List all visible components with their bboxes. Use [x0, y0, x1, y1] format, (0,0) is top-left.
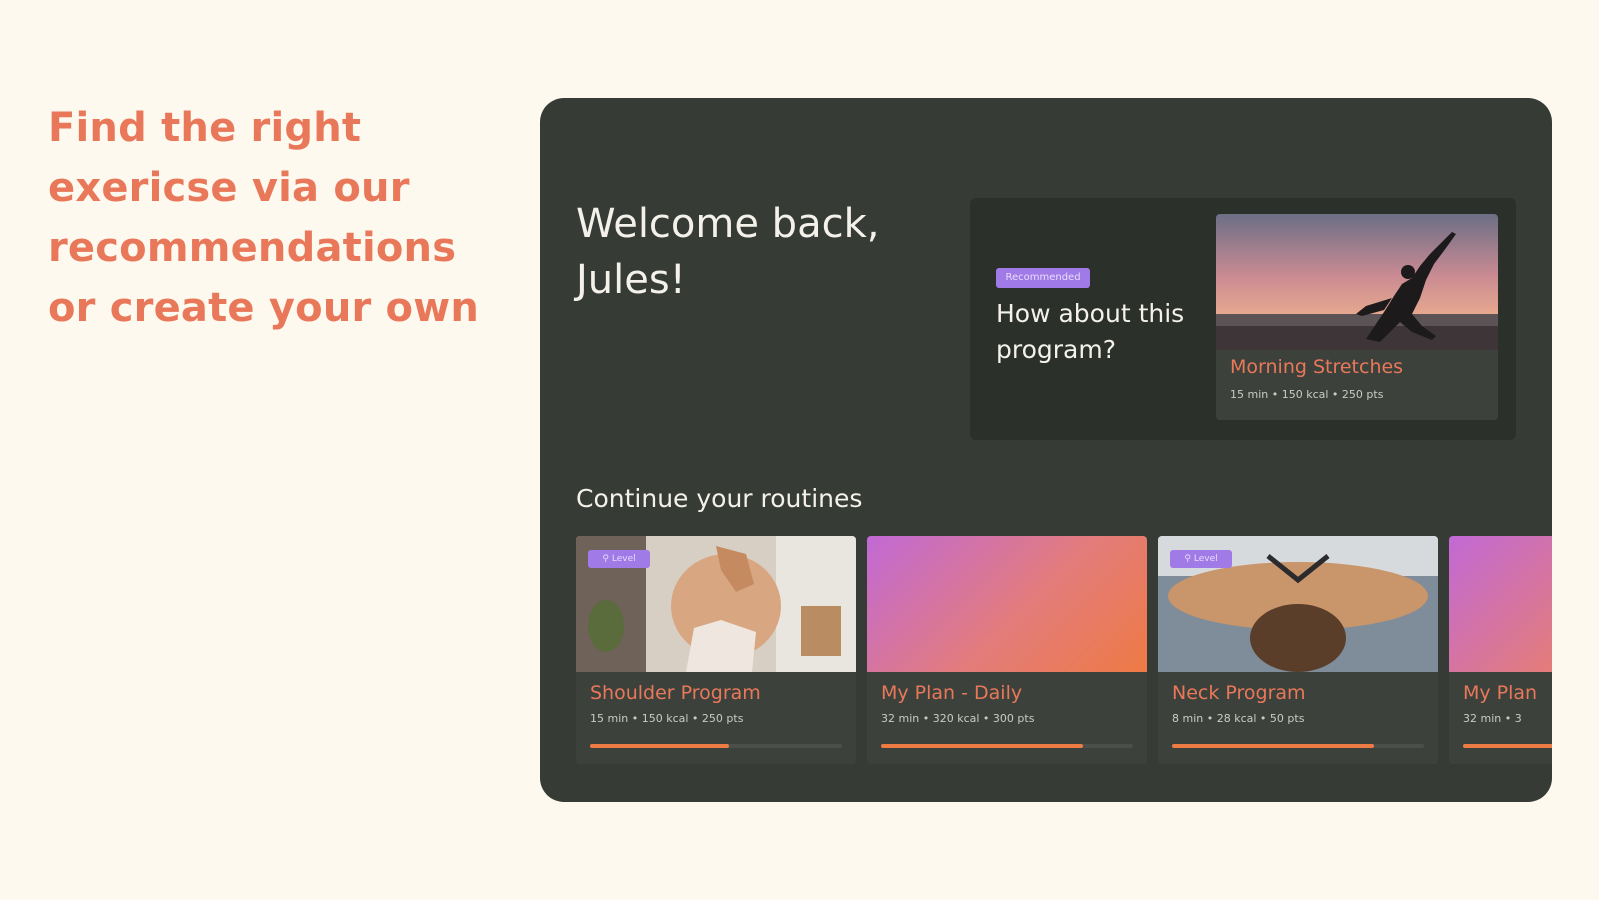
card-title: My Plan [1463, 682, 1538, 704]
recommended-program-card[interactable]: Morning Stretches 15 min • 150 kcal • 25… [1216, 214, 1498, 420]
progress-fill [590, 744, 729, 748]
routine-card-shoulder[interactable]: ⚲ Level Shoulder Program 15 min • 150 kc… [576, 536, 856, 764]
card-meta: 8 min • 28 kcal • 50 pts [1172, 712, 1305, 725]
card-title: Neck Program [1172, 682, 1306, 704]
card-meta: 15 min • 150 kcal • 250 pts [590, 712, 744, 725]
gradient-cover [1449, 536, 1552, 672]
routines-heading: Continue your routines [576, 484, 863, 513]
routine-card-my-plan[interactable]: My Plan 32 min • 3 [1449, 536, 1552, 764]
gradient-cover [867, 536, 1147, 672]
progress-fill [1172, 744, 1374, 748]
card-title: My Plan - Daily [881, 682, 1023, 704]
recommended-badge: Recommended [996, 268, 1090, 288]
welcome-heading: Welcome back, Jules! [576, 201, 880, 303]
progress-bar [881, 744, 1133, 748]
recommendation-panel: Recommended How about this program? Morn… [970, 198, 1516, 440]
progress-bar [1463, 744, 1552, 748]
progress-fill [1463, 744, 1552, 748]
card-title: Morning Stretches [1230, 356, 1404, 378]
progress-bar [590, 744, 842, 748]
tablet-screen: Welcome back, Jules! Recommended How abo… [540, 98, 1552, 802]
recommendation-question: How about this program? [996, 299, 1185, 364]
routine-card-neck[interactable]: ⚲ Level Neck Program 8 min • 28 kcal • 5… [1158, 536, 1438, 764]
card-title: Shoulder Program [590, 682, 761, 704]
card-meta: 32 min • 320 kcal • 300 pts [881, 712, 1035, 725]
level-tag: ⚲ Level [588, 550, 650, 568]
progress-bar [1172, 744, 1424, 748]
progress-fill [881, 744, 1083, 748]
card-meta: 32 min • 3 [1463, 712, 1522, 725]
routine-card-daily-plan[interactable]: My Plan - Daily 32 min • 320 kcal • 300 … [867, 536, 1147, 764]
headline: Find the right exericse via our recommen… [48, 105, 480, 331]
card-meta: 15 min • 150 kcal • 250 pts [1230, 388, 1384, 401]
level-tag: ⚲ Level [1170, 550, 1232, 568]
yoga-sunset-image [1216, 214, 1498, 350]
